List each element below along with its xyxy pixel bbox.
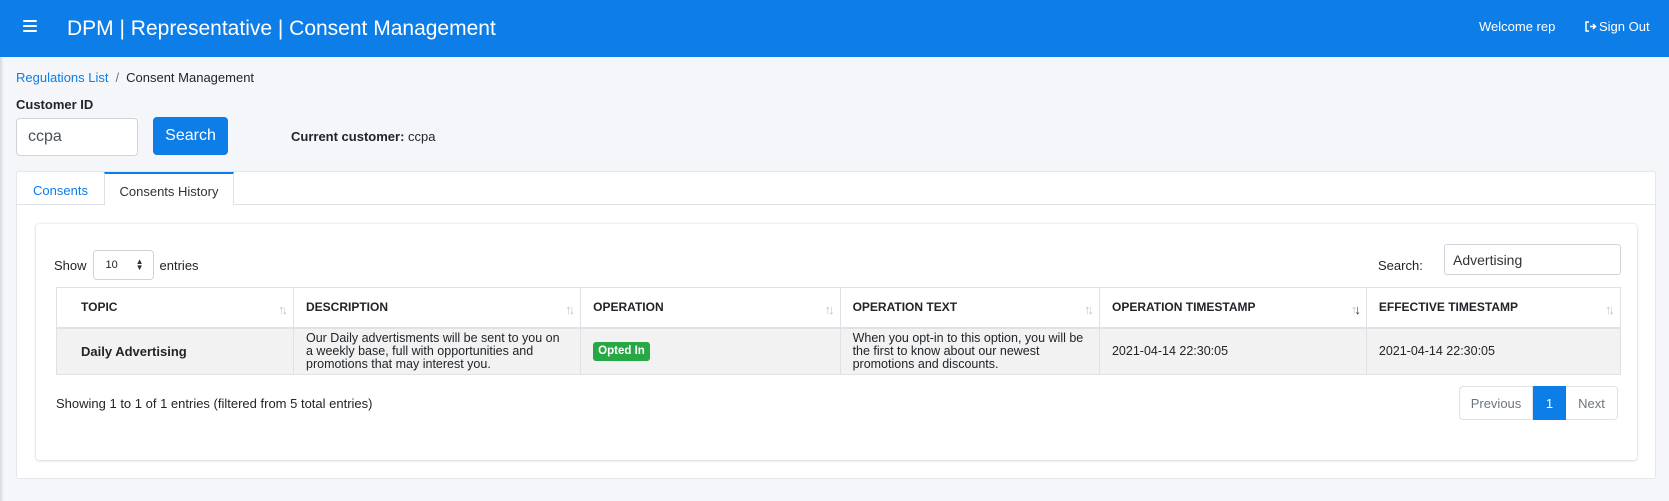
cell-description: Our Daily advertisments will be sent to … xyxy=(292,327,582,375)
entries-label: entries xyxy=(159,257,199,273)
show-label: Show xyxy=(54,257,87,273)
cell-operation-text: When you opt-in to this option, you will… xyxy=(839,327,1100,375)
table-search-label: Search: xyxy=(1378,258,1423,273)
customer-id-input[interactable] xyxy=(16,118,138,156)
column-header-effective-timestamp[interactable]: EFFECTIVE TIMESTAMP ↑↓ xyxy=(1365,287,1622,329)
column-header-topic[interactable]: TOPIC ↑↓ xyxy=(56,287,294,329)
cell-effective-timestamp: 2021-04-14 22:30:05 xyxy=(1365,327,1622,375)
tab-bar: Consents Consents History xyxy=(17,172,1655,206)
breadcrumb: Regulations List / Consent Management xyxy=(16,70,254,85)
current-customer-label: Current customer: xyxy=(291,129,405,144)
tab-consents-history[interactable]: Consents History xyxy=(104,172,234,206)
page-length-select[interactable]: 10 ▲ ▼ xyxy=(92,250,154,280)
sort-icon: ↑↓ xyxy=(1083,302,1094,317)
customer-id-label: Customer ID xyxy=(16,97,94,112)
search-button[interactable]: Search xyxy=(153,117,228,155)
sort-icon: ↑↓ xyxy=(278,302,288,317)
column-header-operation-text[interactable]: OPERATION TEXT ↑↓ xyxy=(839,287,1100,329)
pagination-previous[interactable]: Previous xyxy=(1459,386,1533,420)
sign-out-icon xyxy=(1585,21,1597,32)
table-header-row: TOPIC ↑↓ DESCRIPTION ↑↓ OPERATION ↑↓ OPERAT… xyxy=(56,287,1622,329)
sidebar-edge-shadow xyxy=(0,0,4,501)
consents-history-table: TOPIC ↑↓ DESCRIPTION ↑↓ OPERATION ↑↓ OPERAT… xyxy=(56,287,1622,375)
column-header-operation[interactable]: OPERATION ↑↓ xyxy=(580,287,841,329)
cell-operation: Opted In xyxy=(580,327,841,375)
breadcrumb-regulations-list[interactable]: Regulations List xyxy=(16,70,109,85)
sort-icon: ↑↓ xyxy=(565,302,575,317)
select-arrows-icon: ▲ ▼ xyxy=(135,257,144,272)
consents-card: Consents Consents History Show 10 ▲ ▼ ent… xyxy=(16,171,1656,479)
top-navbar: DPM | Representative | Consent Managemen… xyxy=(0,0,1669,57)
sign-out-link[interactable]: Sign Out xyxy=(1585,19,1650,34)
current-customer: Current customer: ccpa xyxy=(291,129,436,144)
table-row: Daily Advertising Our Daily advertisment… xyxy=(56,327,1622,375)
tab-consents[interactable]: Consents xyxy=(17,172,104,205)
status-badge: Opted In xyxy=(593,341,650,361)
table-search-input[interactable] xyxy=(1444,244,1621,275)
cell-operation-timestamp: 2021-04-14 22:30:05 xyxy=(1098,327,1367,375)
pagination-next[interactable]: Next xyxy=(1566,386,1618,420)
cell-topic: Daily Advertising xyxy=(56,327,294,375)
sort-icon: ↑↓ xyxy=(824,302,835,317)
pagination-page-1[interactable]: 1 xyxy=(1533,386,1566,420)
sort-desc-icon: ↑↓ xyxy=(1350,302,1361,317)
history-panel: Show 10 ▲▼ entries Search: TOPIC↑↓ DESCR… xyxy=(36,224,1637,460)
pagination: Previous 1 Next xyxy=(1459,386,1618,420)
sign-out-label: Sign Out xyxy=(1599,19,1650,34)
page-length-value: 10 xyxy=(105,259,118,271)
page-length-control: Show 10 ▲ ▼ entries xyxy=(54,250,199,280)
welcome-text: Welcome rep xyxy=(1479,19,1556,34)
hamburger-menu-icon[interactable] xyxy=(23,20,37,34)
column-header-description[interactable]: DESCRIPTION ↑↓ xyxy=(292,287,582,329)
breadcrumb-separator: / xyxy=(115,70,120,85)
app-title: DPM | Representative | Consent Managemen… xyxy=(67,17,496,40)
column-header-operation-timestamp[interactable]: OPERATION TIMESTAMP ↑↓ xyxy=(1098,287,1367,329)
current-customer-value: ccpa xyxy=(408,129,436,144)
sort-icon: ↑↓ xyxy=(1605,302,1615,317)
breadcrumb-current: Consent Management xyxy=(126,70,255,85)
table-info: Showing 1 to 1 of 1 entries (filtered fr… xyxy=(56,396,373,411)
